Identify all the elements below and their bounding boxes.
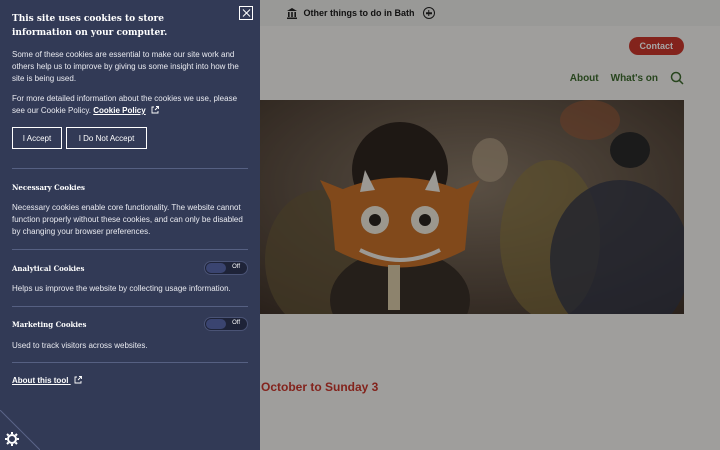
close-icon[interactable] <box>239 6 253 20</box>
cookie-settings-icon[interactable] <box>0 410 40 450</box>
toggle-state-label: Off <box>232 264 240 270</box>
marketing-cookies-toggle[interactable]: Off <box>204 317 248 331</box>
divider <box>12 306 248 307</box>
analytical-cookies-title: Analytical Cookies <box>12 264 85 273</box>
analytical-cookies-toggle[interactable]: Off <box>204 261 248 275</box>
external-link-icon <box>74 376 82 384</box>
cookie-intro-text: Some of these cookies are essential to m… <box>12 50 239 83</box>
marketing-cookies-title: Marketing Cookies <box>12 320 87 329</box>
cookie-policy-link[interactable]: Cookie Policy <box>93 106 145 115</box>
toggle-knob <box>206 319 226 329</box>
divider <box>12 249 248 250</box>
marketing-cookies-description: Used to track visitors across websites. <box>12 341 148 350</box>
divider <box>12 362 248 363</box>
cookie-actions: I Accept I Do Not Accept <box>12 127 147 149</box>
toggle-state-label: Off <box>232 320 240 326</box>
toggle-knob <box>206 263 226 273</box>
cookie-panel: This site uses cookies to store informat… <box>0 0 260 450</box>
external-link-icon <box>151 106 159 114</box>
necessary-cookies-description: Necessary cookies enable core functional… <box>12 203 243 236</box>
divider <box>12 168 248 169</box>
about-this-tool-label: About this tool <box>12 376 69 385</box>
accept-button[interactable]: I Accept <box>12 127 62 149</box>
cookie-panel-title: This site uses cookies to store informat… <box>12 14 168 38</box>
about-this-tool-link[interactable]: About this tool <box>12 376 82 385</box>
cookie-policy-text: For more detailed information about the … <box>12 93 248 117</box>
necessary-cookies-title: Necessary Cookies <box>12 183 85 192</box>
do-not-accept-button[interactable]: I Do Not Accept <box>66 127 147 149</box>
analytical-cookies-description: Helps us improve the website by collecti… <box>12 284 231 293</box>
